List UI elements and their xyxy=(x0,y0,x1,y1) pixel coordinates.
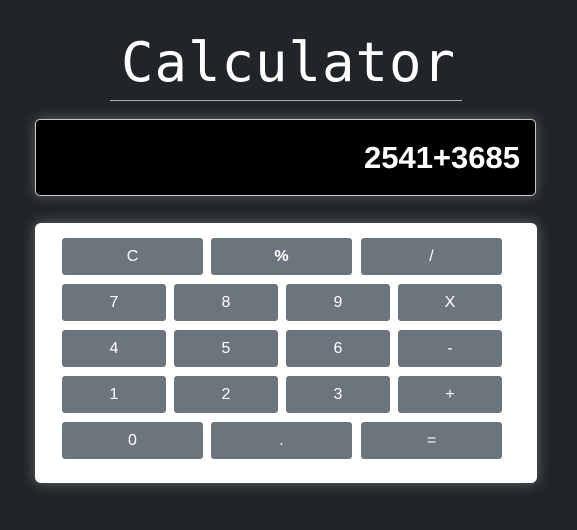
percent-button[interactable]: % xyxy=(211,238,352,275)
digit-9-button[interactable]: 9 xyxy=(286,284,390,321)
multiply-button[interactable]: X xyxy=(398,284,502,321)
digit-1-button[interactable]: 1 xyxy=(62,376,166,413)
keypad: C % / 7 8 9 X 4 5 6 - 1 2 3 + 0 . = xyxy=(35,223,537,483)
digit-5-button[interactable]: 5 xyxy=(174,330,278,367)
equals-button[interactable]: = xyxy=(361,422,502,459)
digit-0-button[interactable]: 0 xyxy=(62,422,203,459)
calculator-display: 2541+3685 xyxy=(35,119,536,196)
digit-8-button[interactable]: 8 xyxy=(174,284,278,321)
app-title: Calculator xyxy=(120,31,457,94)
digit-4-button[interactable]: 4 xyxy=(62,330,166,367)
digit-3-button[interactable]: 3 xyxy=(286,376,390,413)
display-value: 2541+3685 xyxy=(363,140,520,175)
title-divider xyxy=(110,100,462,101)
digit-6-button[interactable]: 6 xyxy=(286,330,390,367)
subtract-button[interactable]: - xyxy=(398,330,502,367)
decimal-button[interactable]: . xyxy=(211,422,352,459)
add-button[interactable]: + xyxy=(398,376,502,413)
divide-button[interactable]: / xyxy=(361,238,502,275)
digit-7-button[interactable]: 7 xyxy=(62,284,166,321)
digit-2-button[interactable]: 2 xyxy=(174,376,278,413)
clear-button[interactable]: C xyxy=(62,238,203,275)
